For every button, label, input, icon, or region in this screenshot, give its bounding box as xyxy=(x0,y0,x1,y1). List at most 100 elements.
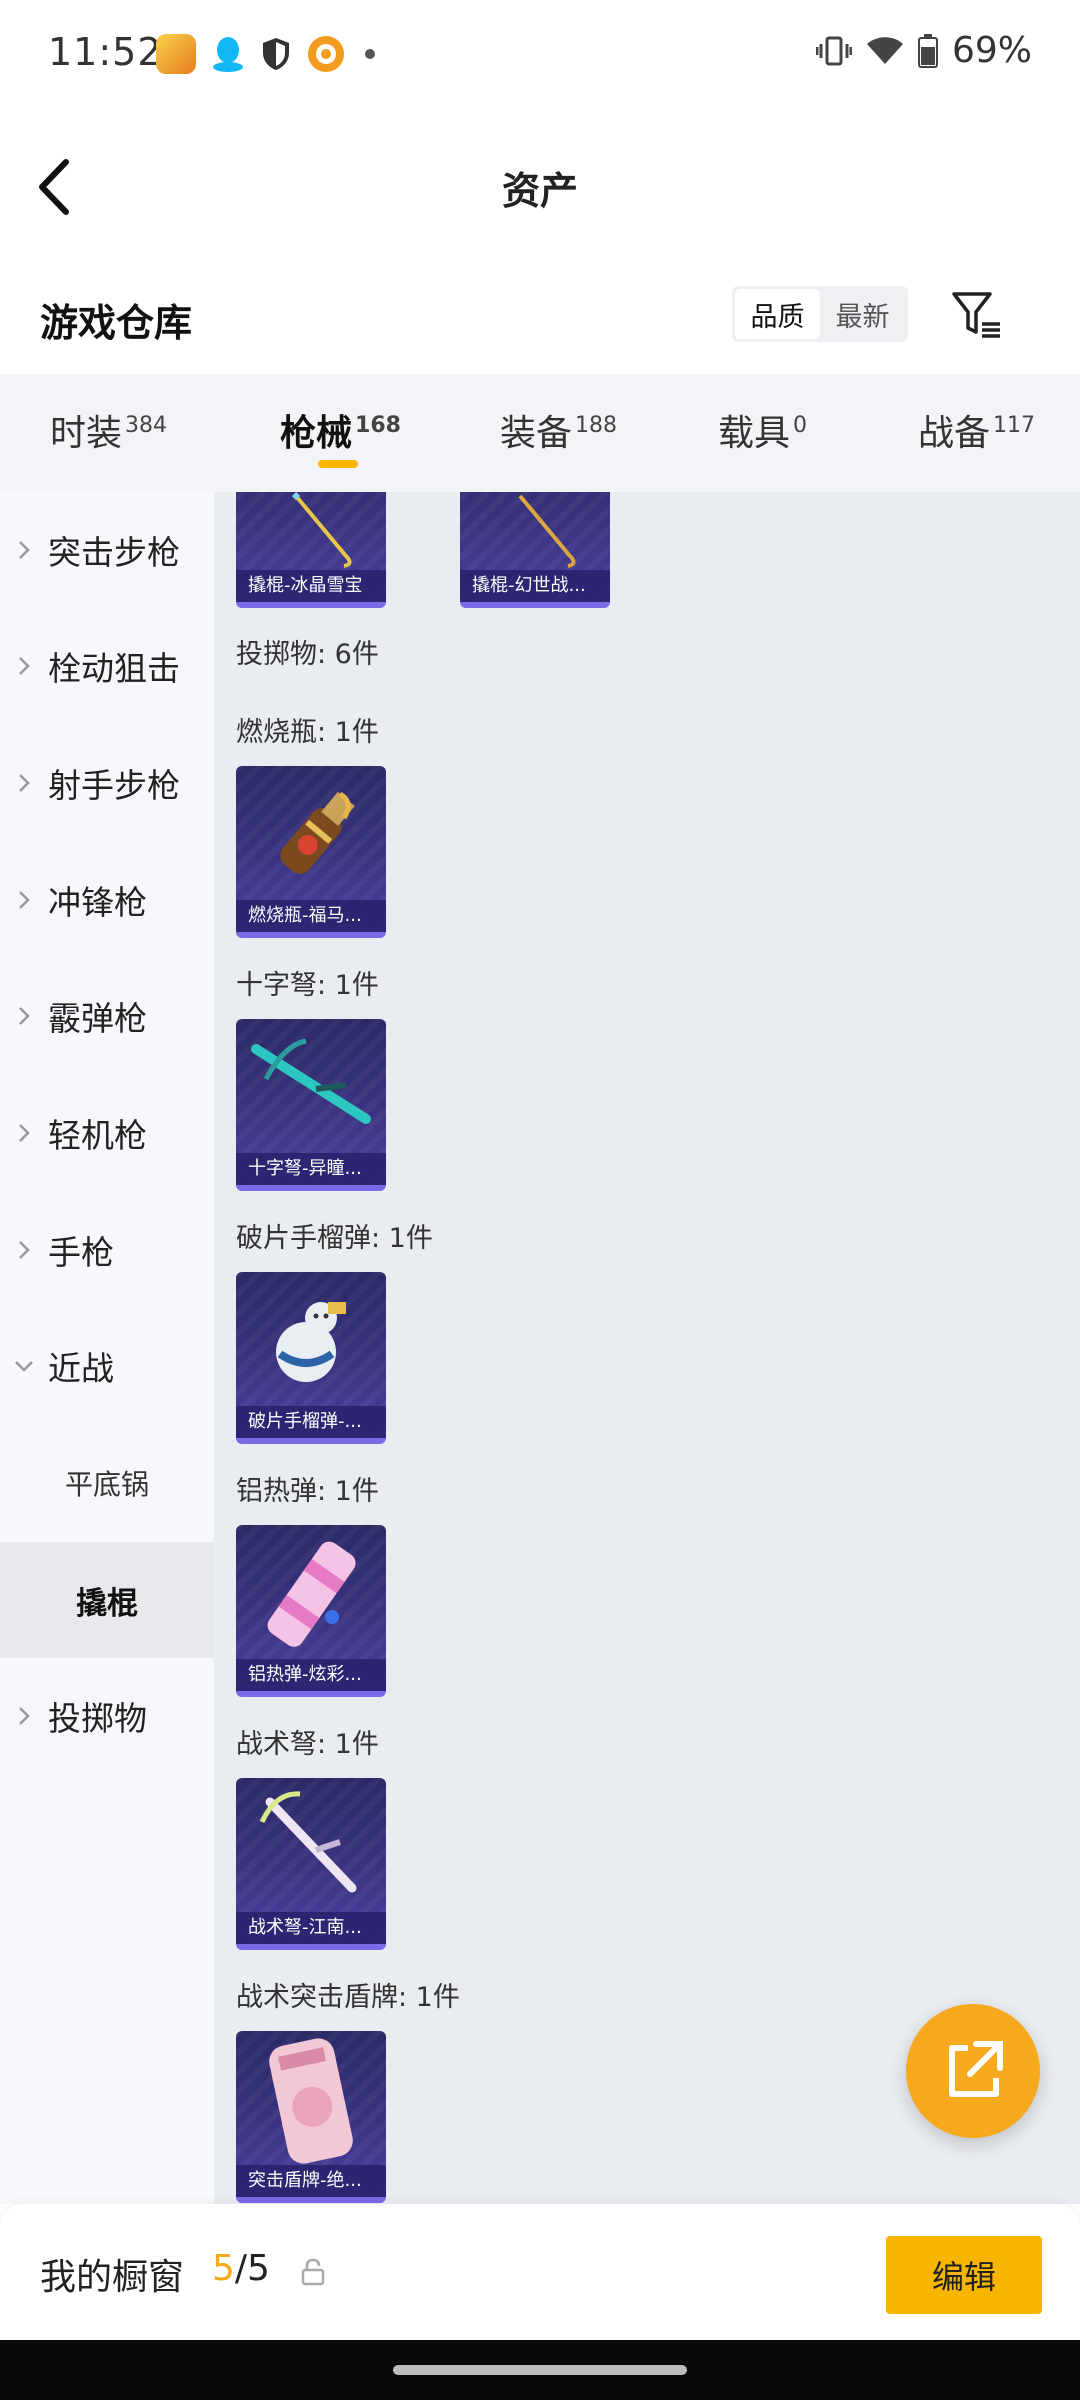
showcase-count-current: 5 xyxy=(212,2248,235,2289)
item-card[interactable]: 铝热弹-炫彩... xyxy=(236,1525,386,1697)
status-bar: 11:52 69% xyxy=(0,0,1080,116)
crowbar-icon xyxy=(518,494,576,568)
crossbow-icon xyxy=(251,1038,371,1124)
item-card[interactable]: 破片手榴弹-... xyxy=(236,1272,386,1444)
tab-equipment[interactable]: 装备 188 xyxy=(500,404,617,456)
item-card[interactable]: 十字弩-异瞳... xyxy=(236,1019,386,1191)
showcase-count-total: /5 xyxy=(234,2248,270,2289)
sidebar-item-shotgun[interactable]: 霰弹枪 xyxy=(0,958,214,1074)
item-card[interactable]: 撬棍-幻世战... xyxy=(460,492,610,608)
tab-guns[interactable]: 枪械 168 xyxy=(280,404,401,456)
tactical-crossbow-icon xyxy=(259,1791,357,1893)
sidebar-item-label: 射手步枪 xyxy=(48,766,180,805)
tab-count: 0 xyxy=(793,413,808,438)
game-app-icon xyxy=(156,34,196,74)
item-card[interactable]: 撬棍-冰晶雪宝 xyxy=(236,492,386,608)
edit-button[interactable]: 编辑 xyxy=(886,2236,1042,2314)
top-header: 资产 xyxy=(0,116,1080,256)
sidebar-item-throwables[interactable]: 投掷物 xyxy=(0,1658,214,1774)
share-fab-button[interactable] xyxy=(906,2004,1040,2138)
warehouse-header: 游戏仓库 品质 最新 xyxy=(0,256,1080,374)
sidebar-item-label: 栓动狙击 xyxy=(48,649,180,688)
share-external-icon xyxy=(949,2041,1003,2097)
system-nav-bar xyxy=(0,2340,1080,2400)
status-time: 11:52 xyxy=(48,30,163,74)
lock-icon xyxy=(301,2258,325,2286)
tab-label: 枪械 xyxy=(280,413,353,454)
sidebar-item-label: 霰弹枪 xyxy=(48,999,147,1038)
battery-icon xyxy=(917,33,938,68)
tab-label: 载具 xyxy=(718,413,791,454)
showcase-label: 我的橱窗 xyxy=(40,2257,185,2298)
shield-item-icon xyxy=(269,2038,353,2164)
shield-icon xyxy=(263,38,289,70)
chevron-right-icon xyxy=(19,1707,30,1725)
sidebar-item-marksman-rifle[interactable]: 射手步枪 xyxy=(0,725,214,841)
sidebar-item-label: 冲锋枪 xyxy=(48,883,147,922)
group-label: 战术突击盾牌: 1件 xyxy=(236,1982,460,2013)
sort-newest-button[interactable]: 最新 xyxy=(820,289,905,339)
group-label: 战术弩: 1件 xyxy=(236,1729,379,1760)
filter-button[interactable] xyxy=(950,288,1006,344)
sidebar-item-bolt-sniper[interactable]: 栓动狙击 xyxy=(0,608,214,724)
filter-icon xyxy=(952,292,1000,338)
showcase-count: 5/5 xyxy=(212,2248,270,2289)
chevron-right-icon xyxy=(19,891,30,909)
chevron-right-icon xyxy=(19,774,30,792)
item-card-name: 十字弩-异瞳... xyxy=(236,1153,386,1185)
item-card-name: 突击盾牌-绝... xyxy=(236,2165,386,2197)
item-card[interactable]: 突击盾牌-绝... xyxy=(236,2031,386,2203)
chevron-right-icon xyxy=(19,541,30,559)
sidebar-item-pistol[interactable]: 手枪 xyxy=(0,1192,214,1308)
sidebar-item-label: 手枪 xyxy=(48,1233,114,1272)
sidebar-subitem-frying-pan[interactable]: 平底锅 xyxy=(0,1425,214,1541)
weapon-type-sidebar: 突击步枪 栓动狙击 射手步枪 冲锋枪 霰弹枪 轻机枪 手枪 近战 平底锅 撬棍 … xyxy=(0,492,214,2204)
qq-icon xyxy=(213,37,243,72)
item-card-name: 破片手榴弹-... xyxy=(236,1406,386,1438)
sidebar-item-melee[interactable]: 近战 xyxy=(0,1308,214,1424)
item-card[interactable]: 燃烧瓶-福马... xyxy=(236,766,386,938)
molotov-icon xyxy=(280,791,355,874)
sidebar-item-label: 突击步枪 xyxy=(48,533,180,572)
chevron-right-icon xyxy=(19,1124,30,1142)
section-title: 投掷物: 6件 xyxy=(236,639,379,670)
warehouse-title: 游戏仓库 xyxy=(40,301,193,345)
group-label: 破片手榴弹: 1件 xyxy=(236,1223,433,1254)
item-card-name: 战术弩-江南... xyxy=(236,1912,386,1944)
tab-active-indicator xyxy=(318,460,358,468)
sidebar-item-assault-rifle[interactable]: 突击步枪 xyxy=(0,492,214,608)
chevron-right-icon xyxy=(19,657,30,675)
sidebar-item-lmg[interactable]: 轻机枪 xyxy=(0,1075,214,1191)
tab-label: 时装 xyxy=(50,413,123,454)
vibrate-icon xyxy=(815,36,852,65)
tab-count: 188 xyxy=(575,413,618,438)
sidebar-item-smg[interactable]: 冲锋枪 xyxy=(0,842,214,958)
crowbar-icon xyxy=(291,492,352,568)
sort-toggle: 品质 最新 xyxy=(732,286,908,342)
group-label: 铝热弹: 1件 xyxy=(236,1476,379,1507)
group-label: 燃烧瓶: 1件 xyxy=(236,717,379,748)
sidebar-item-label: 轻机枪 xyxy=(48,1116,147,1155)
tab-label: 战备 xyxy=(918,413,991,454)
sidebar-item-label: 近战 xyxy=(48,1349,114,1388)
item-card[interactable]: 战术弩-江南... xyxy=(236,1778,386,1950)
chevron-down-icon xyxy=(15,1361,33,1372)
chevron-right-icon xyxy=(19,1007,30,1025)
group-label: 十字弩: 1件 xyxy=(236,970,379,1001)
wifi-icon xyxy=(866,36,903,64)
showcase-bar: 我的橱窗 5/5 编辑 xyxy=(0,2204,1080,2340)
sidebar-item-label: 投掷物 xyxy=(48,1699,147,1738)
grenade-icon xyxy=(276,1302,346,1382)
item-card-name: 撬棍-幻世战... xyxy=(460,570,610,602)
thermite-icon xyxy=(267,1541,356,1647)
tab-vehicles[interactable]: 载具 0 xyxy=(718,404,807,456)
tab-combat-gear[interactable]: 战备 117 xyxy=(918,404,1035,456)
item-card-name: 撬棍-冰晶雪宝 xyxy=(236,570,386,602)
tab-label: 装备 xyxy=(500,413,573,454)
sort-quality-button[interactable]: 品质 xyxy=(735,289,820,339)
tab-count: 168 xyxy=(355,413,401,438)
tab-fashion[interactable]: 时装 384 xyxy=(50,404,167,456)
home-gesture-handle[interactable] xyxy=(393,2365,687,2375)
chevron-right-icon xyxy=(19,1241,30,1259)
sidebar-subitem-crowbar[interactable]: 撬棍 xyxy=(0,1542,214,1658)
